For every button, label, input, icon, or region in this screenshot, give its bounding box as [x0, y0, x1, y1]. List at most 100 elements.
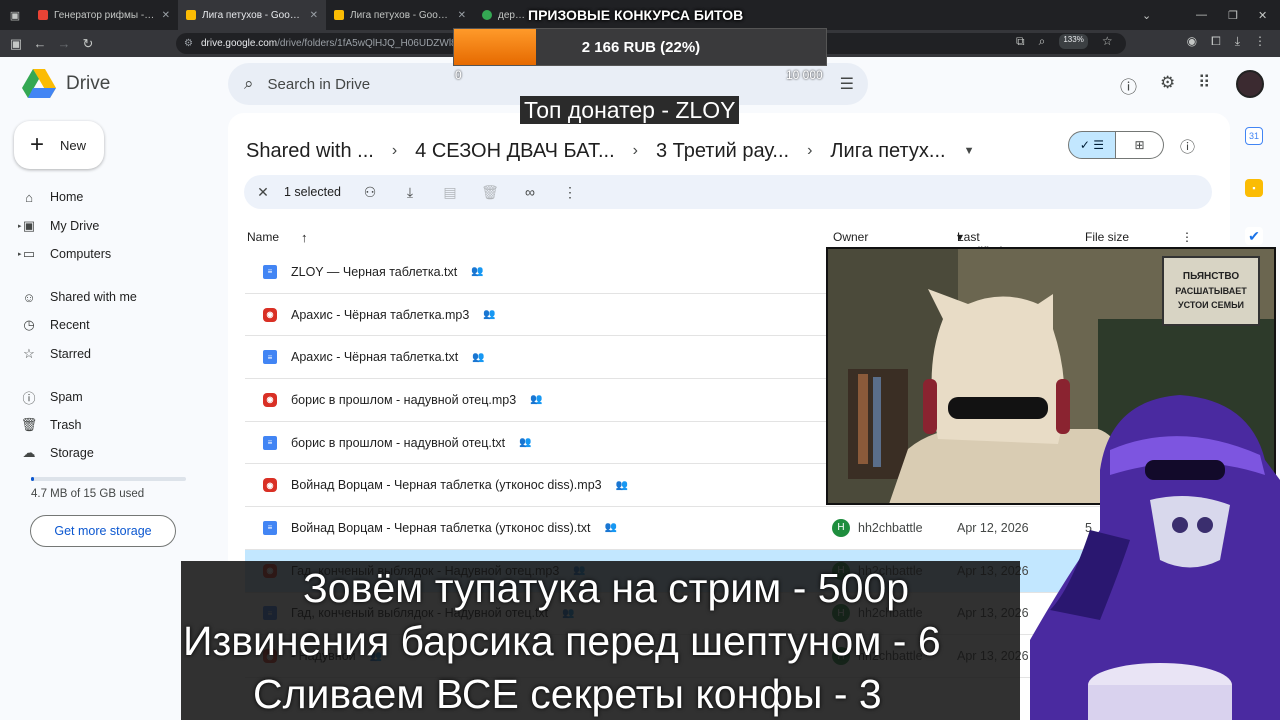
file-name: Арахис - Чёрная таблетка.txt	[291, 350, 459, 365]
sidebar-item-label: Starred	[50, 347, 91, 361]
breadcrumb: Shared with ... › 4 СЕЗОН ДВАЧ БАТ... › …	[246, 133, 974, 169]
view-toggle: ✓ ☰ ⊞	[1068, 131, 1164, 159]
column-owner[interactable]: Owner	[833, 230, 868, 244]
donation-ticker: Зовём тупатука на стрим - 500р Извинения…	[181, 561, 1020, 720]
poster-line: РАСШАТЫВАЕТ	[1175, 286, 1247, 296]
expand-caret-icon[interactable]: ▸	[18, 250, 22, 258]
window-close-icon[interactable]: ✕	[1258, 0, 1267, 30]
audio-file-icon: ◉	[263, 392, 277, 407]
more-actions-icon[interactable]: ⋮	[559, 184, 581, 201]
restore-icon[interactable]: ❐	[1228, 0, 1238, 30]
url-host: drive.google.com	[200, 38, 278, 49]
shared-people-icon: 👥	[530, 394, 543, 406]
sidebar-item-label: Spam	[50, 390, 83, 404]
tab-list-chevron-icon[interactable]: ⌄	[1142, 0, 1151, 30]
clear-selection-icon[interactable]: ✕	[252, 184, 274, 201]
new-button-label: New	[60, 137, 87, 153]
move-icon[interactable]: ▤	[439, 184, 461, 201]
list-view-button[interactable]: ✓ ☰	[1068, 131, 1116, 159]
sidebar-item-shared[interactable]: ☺ Shared with me	[20, 283, 210, 311]
shared-people-icon: 👥	[615, 479, 629, 491]
column-modified[interactable]: Last modified ▾	[957, 230, 1002, 258]
owner-name: hh2chbattle	[858, 520, 923, 535]
browser-tab[interactable]: дерьмо	[474, 0, 534, 30]
keep-icon[interactable]: ▪	[1245, 179, 1263, 197]
sidebar-item-my-drive[interactable]: ▸ ▣ My Drive	[18, 212, 210, 240]
file-owner: Hhh2chbattle	[832, 518, 923, 537]
extensions-icon[interactable]: ⧠	[1211, 34, 1221, 49]
drive-brand-text: Drive	[66, 73, 111, 94]
share-icon[interactable]: ⚇	[359, 184, 381, 201]
sidebar-toggle-icon[interactable]: ▣	[4, 36, 28, 52]
column-name[interactable]: Name	[247, 230, 279, 244]
sidebar-item-starred[interactable]: ☆ Starred	[20, 340, 210, 368]
breadcrumb-item[interactable]: 3 Третий рау...	[656, 140, 789, 163]
shared-people-icon: 👥	[472, 351, 485, 363]
column-options-icon[interactable]: ⋮	[1181, 230, 1193, 244]
drive-favicon-icon	[334, 10, 344, 20]
drive-logo[interactable]: Drive	[22, 69, 110, 99]
browser-tab[interactable]: Лига петухов - Google Drive ✕	[178, 0, 326, 30]
streamer-cutout	[1030, 380, 1280, 720]
forward-icon[interactable]: →	[52, 36, 76, 51]
new-button[interactable]: + New	[14, 121, 104, 169]
tab-favicon-icon	[38, 10, 48, 20]
column-size[interactable]: File size	[1085, 230, 1129, 244]
profile-icon[interactable]: ◉	[1187, 34, 1197, 49]
site-info-icon[interactable]: ⚙	[184, 38, 193, 49]
tasks-icon[interactable]: ✔	[1245, 227, 1263, 245]
sidebar-item-computers[interactable]: ▸ ▭ Computers	[18, 240, 210, 268]
browser-tab[interactable]: Генератор рифмы - подобрать ✕	[30, 0, 178, 30]
breadcrumb-item[interactable]: 4 СЕЗОН ДВАЧ БАТ...	[415, 140, 614, 163]
help-icon[interactable]: ⓘ	[1120, 73, 1137, 98]
close-icon[interactable]: ✕	[458, 10, 466, 21]
tab-title: Лига петухов - Google Drive	[202, 9, 304, 21]
poster-line: ПЬЯНСТВО	[1183, 271, 1239, 282]
downloads-icon[interactable]: ⤓	[1235, 34, 1240, 49]
shared-people-icon: 👥	[483, 309, 496, 321]
tab-search-icon[interactable]: ▣	[0, 9, 30, 22]
file-name: борис в прошлом - надувной отец.mp3	[291, 392, 517, 407]
bookmark-star-icon[interactable]: ☆	[1102, 34, 1113, 49]
menu-kebab-icon[interactable]: ⋮	[1254, 34, 1266, 49]
zoom-indicator[interactable]: 133%	[1059, 34, 1088, 49]
back-icon[interactable]: ←	[28, 36, 52, 51]
sidebar-item-recent[interactable]: ◷ Recent	[20, 311, 210, 339]
sidebar-item-home[interactable]: ⌂ Home	[20, 183, 210, 211]
sidebar-item-storage[interactable]: ☁ Storage	[20, 439, 210, 467]
expand-caret-icon[interactable]: ▸	[18, 222, 22, 230]
breadcrumb-current[interactable]: Лига петух...	[830, 140, 945, 163]
apps-grid-icon[interactable]: ⠿	[1198, 73, 1210, 93]
people-icon: ☺	[22, 289, 36, 305]
avatar[interactable]	[1236, 70, 1264, 98]
tab-title: дерьмо	[498, 9, 526, 21]
sidebar-item-label: Computers	[50, 247, 112, 261]
settings-gear-icon[interactable]: ⚙	[1160, 73, 1175, 93]
sidebar-item-spam[interactable]: ⓘ Spam	[20, 383, 210, 411]
breadcrumb-item[interactable]: Shared with ...	[246, 140, 374, 163]
shared-people-icon: 👥	[519, 437, 532, 449]
sidebar-item-trash[interactable]: 🗑 Trash	[20, 411, 210, 439]
search-options-icon[interactable]: ☰	[840, 74, 854, 94]
download-icon[interactable]: ⤓	[399, 184, 421, 201]
cast-icon[interactable]: ⧉	[1016, 34, 1025, 49]
reload-icon[interactable]: ↻	[76, 36, 100, 52]
delete-icon[interactable]: 🗑	[479, 184, 501, 201]
copy-link-icon[interactable]: ∞	[519, 184, 541, 200]
calendar-icon[interactable]: 31	[1245, 127, 1263, 145]
search-icon[interactable]: ⌕	[244, 74, 254, 94]
sort-ascending-icon[interactable]: ↑	[301, 230, 308, 245]
ticker-line: Сливаем ВСЕ секреты конфы - 3	[253, 671, 882, 717]
close-icon[interactable]: ✕	[310, 10, 318, 21]
drive-favicon-icon	[186, 10, 196, 20]
text-file-icon: ≡	[263, 264, 277, 279]
minimize-icon[interactable]: —	[1196, 0, 1207, 30]
lens-icon[interactable]: ⌕	[1039, 34, 1046, 49]
details-info-icon[interactable]: ⓘ	[1180, 136, 1195, 157]
get-more-storage-button[interactable]: Get more storage	[30, 515, 176, 547]
browser-tab[interactable]: Лига петухов - Google Drive ✕	[326, 0, 474, 30]
chevron-down-icon[interactable]: ▼	[964, 145, 975, 157]
close-icon[interactable]: ✕	[162, 10, 170, 21]
grid-view-button[interactable]: ⊞	[1116, 131, 1164, 159]
my-drive-icon: ▣	[22, 218, 36, 233]
